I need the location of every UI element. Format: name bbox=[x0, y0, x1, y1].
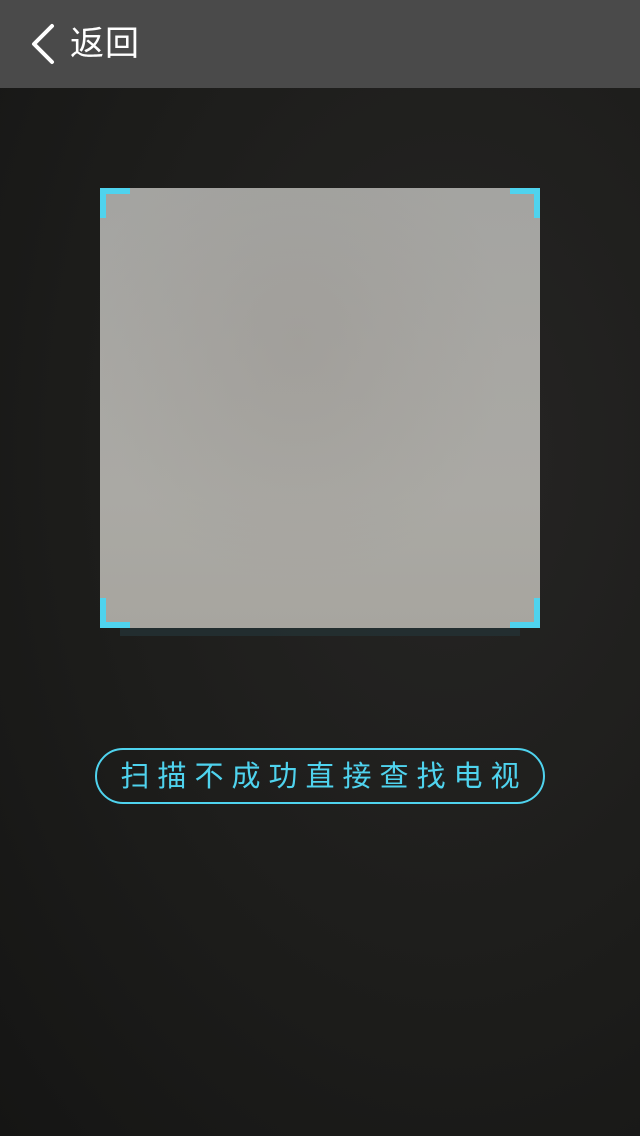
scan-corner-top-right bbox=[510, 188, 540, 218]
scan-frame-shadow bbox=[120, 628, 520, 636]
scan-corner-top-left bbox=[100, 188, 130, 218]
back-button[interactable]: 返回 bbox=[28, 18, 140, 70]
chevron-left-icon bbox=[32, 24, 54, 64]
scan-corner-bottom-left bbox=[100, 598, 130, 628]
camera-preview bbox=[100, 188, 540, 628]
top-bar: 返回 bbox=[0, 0, 640, 88]
scan-corner-bottom-right bbox=[510, 598, 540, 628]
back-label: 返回 bbox=[70, 24, 140, 64]
find-tv-manually-button[interactable]: 扫描不成功直接查找电视 bbox=[95, 748, 545, 804]
qr-scan-frame bbox=[100, 188, 540, 636]
